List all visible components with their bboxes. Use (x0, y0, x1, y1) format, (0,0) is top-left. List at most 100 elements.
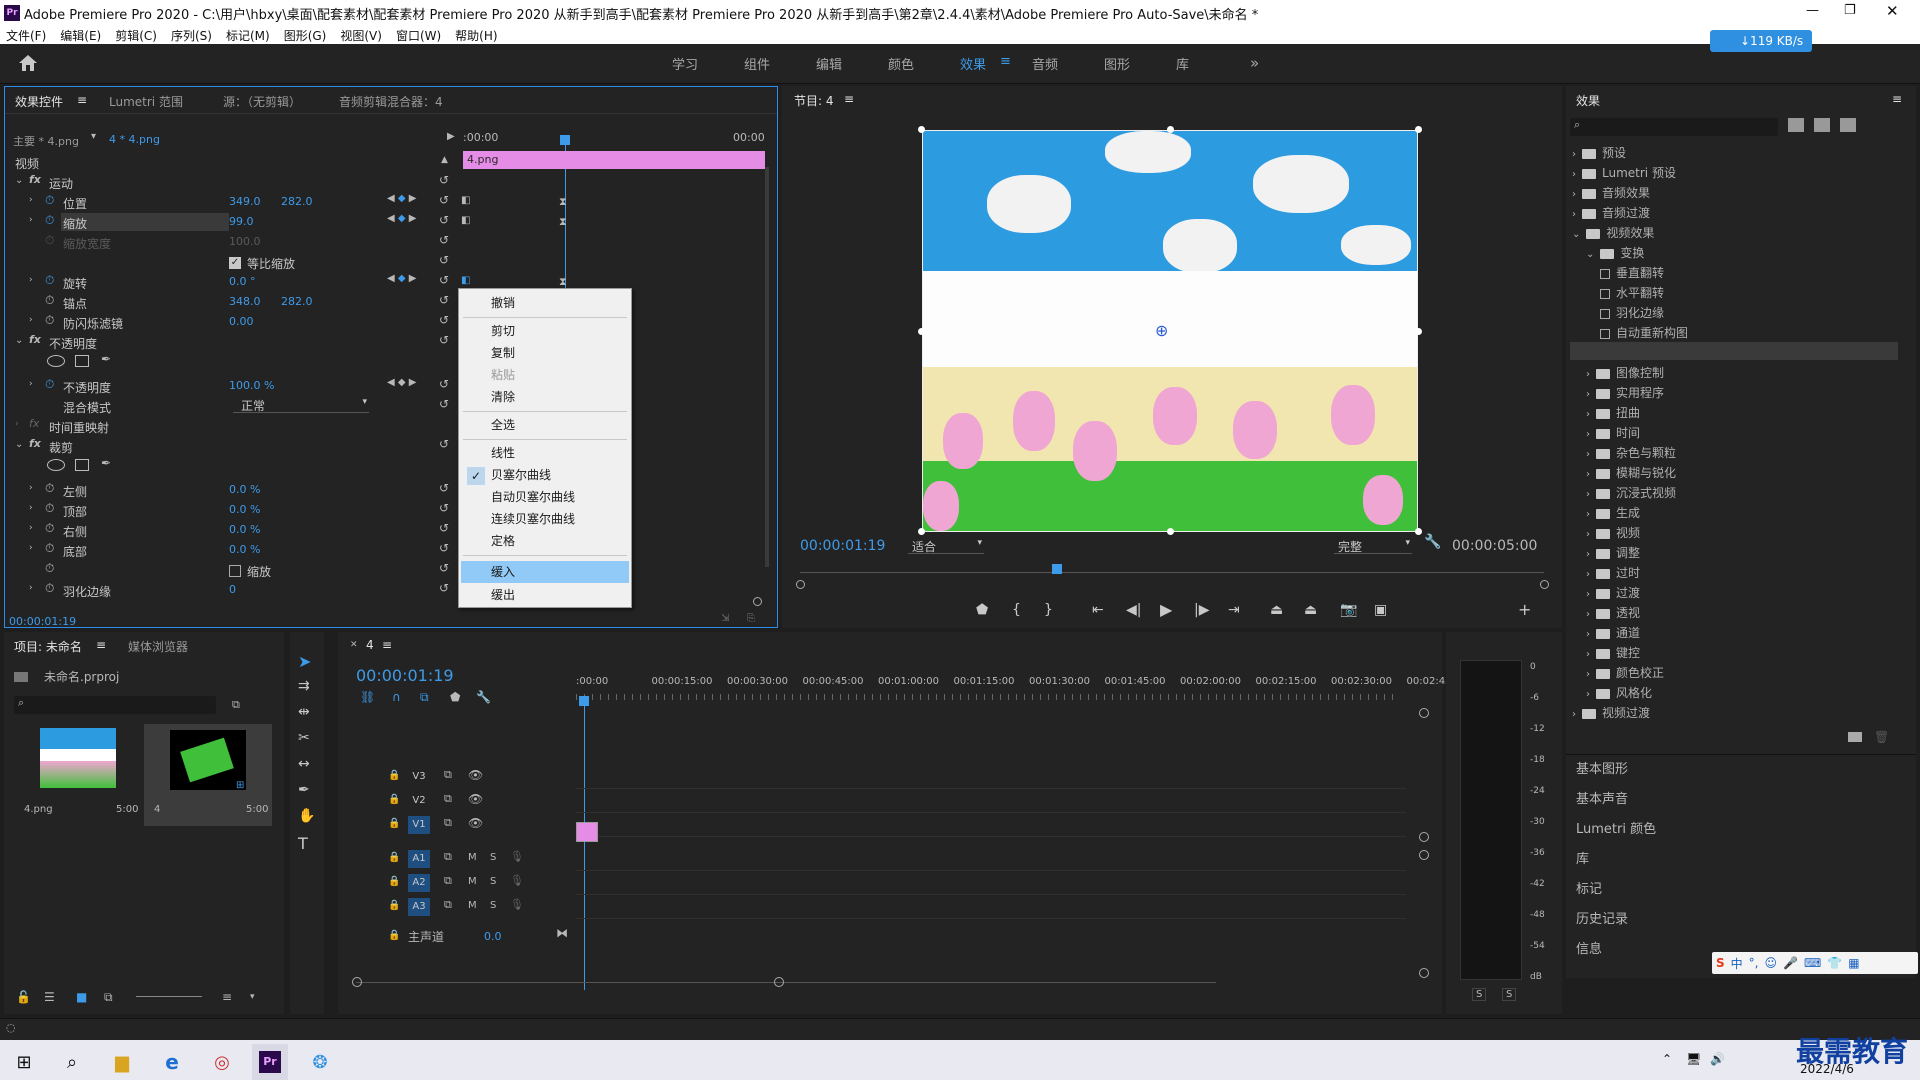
hand-tool-icon[interactable]: ✋ (298, 808, 315, 824)
network-tray-icon[interactable]: 🖥 (1686, 1052, 1701, 1066)
ec-scrollbar[interactable] (765, 167, 769, 567)
project-item-sequence[interactable]: ⊞ 4 5:00 (144, 724, 272, 826)
tab-menu-icon[interactable]: ≡ (1892, 92, 1902, 106)
slip-tool-icon[interactable]: ↔ (298, 756, 310, 772)
mic-icon[interactable]: 🎙 (510, 850, 524, 863)
track-target-a2[interactable]: A2 (408, 874, 430, 892)
menu-help[interactable]: 帮助(H) (455, 27, 497, 44)
workspace-audio[interactable]: 音频 (1032, 54, 1058, 73)
volume-tray-icon[interactable]: 🔊 (1710, 1052, 1725, 1066)
context-menu-ease-out[interactable]: 缓出 (459, 585, 631, 605)
v-scroll-handle[interactable] (1419, 968, 1429, 978)
program-scrub-end[interactable] (1540, 580, 1549, 589)
camera-icon[interactable]: 📷 (1340, 602, 1357, 618)
collapse-icon[interactable]: ▲ (441, 155, 448, 165)
menu-graphics[interactable]: 图形(G) (284, 27, 327, 44)
h-scroll-handle[interactable] (352, 977, 362, 987)
crop-right-value[interactable]: 0.0 % (229, 523, 260, 543)
comparison-view-icon[interactable]: ▣ (1374, 602, 1387, 618)
crop-section-label[interactable]: 裁剪 (49, 439, 73, 459)
premiere-icon[interactable]: Pr (252, 1044, 288, 1080)
context-menu-bezier[interactable]: 贝塞尔曲线 (459, 465, 631, 485)
master-track-value[interactable]: 0.0 (484, 930, 502, 943)
solo-button[interactable]: S (490, 852, 496, 863)
lock-icon[interactable]: 🔓 (16, 990, 31, 1004)
transform-handle[interactable] (1167, 528, 1174, 535)
sync-lock-icon[interactable]: ⧉ (444, 792, 452, 806)
extract-icon[interactable]: ⏏ (1304, 602, 1317, 618)
effects-tree-item[interactable]: › 沉浸式视频 (1586, 484, 1676, 501)
panel-info[interactable]: 信息 (1576, 938, 1602, 957)
effects-tree-item[interactable]: › 预设 (1572, 144, 1626, 161)
effects-tree-item[interactable]: › 视频 (1586, 524, 1640, 541)
keyframe-nav-icon[interactable]: ◀ ◆ ▶ (387, 213, 416, 224)
stopwatch-icon[interactable]: ⏱ (45, 213, 54, 228)
stopwatch-icon[interactable]: ⏱ (45, 313, 54, 328)
master-clip-label[interactable]: 主要 * 4.png (13, 133, 79, 149)
export-frame-icon[interactable]: ⇲ (721, 613, 729, 624)
reset-icon[interactable]: ↺ (439, 501, 449, 515)
effects-tree-item[interactable]: › 键控 (1586, 644, 1640, 661)
workspace-libraries[interactable]: 库 (1176, 54, 1189, 73)
panel-markers[interactable]: 标记 (1576, 878, 1602, 897)
keyframe-nav-icon[interactable]: ◀ ◆ ▶ (387, 193, 416, 204)
context-menu-linear[interactable]: 线性 (459, 443, 631, 463)
ec-clip-bar[interactable]: 4.png (463, 151, 765, 169)
panel-lumetri-color[interactable]: Lumetri 颜色 (1576, 818, 1656, 837)
program-scrub-bar[interactable] (800, 572, 1544, 573)
reset-icon[interactable]: ↺ (439, 541, 449, 555)
time-remap-label[interactable]: 时间重映射 (49, 419, 109, 439)
transform-handle[interactable] (918, 328, 925, 335)
tab-lumetri-scopes[interactable]: Lumetri 范围 (109, 93, 183, 110)
lock-icon[interactable]: 🔒 (388, 794, 400, 805)
minimize-button[interactable]: — (1806, 3, 1819, 18)
effects-tree-item[interactable]: › 风格化 (1586, 684, 1652, 701)
transform-handle[interactable] (1167, 126, 1174, 133)
search-icon[interactable]: ⌕ (54, 1044, 90, 1080)
reset-icon[interactable]: ↺ (439, 173, 449, 187)
lock-icon[interactable]: 🔒 (388, 818, 400, 829)
keyframe-marker[interactable]: ◧ (461, 215, 470, 226)
workspace-menu-icon[interactable]: ≡ (1000, 54, 1011, 69)
sort-icon[interactable]: ≡ (222, 990, 232, 1004)
stopwatch-icon[interactable]: ⏱ (45, 273, 54, 288)
selection-tool-icon[interactable]: ➤ (298, 652, 311, 671)
track-select-tool-icon[interactable]: ⇉ (298, 678, 310, 694)
pen-tool-icon[interactable]: ✒ (298, 782, 310, 798)
yuv-effects-icon[interactable] (1840, 118, 1856, 132)
stopwatch-icon[interactable]: ⏱ (45, 193, 54, 208)
effects-tree-item[interactable]: 自动重新构图 (1600, 324, 1688, 341)
scale-value[interactable]: 99.0 (229, 215, 254, 235)
v-scroll-handle[interactable] (1419, 850, 1429, 860)
tab-menu-icon[interactable]: ≡ (844, 92, 854, 106)
lock-icon[interactable]: 🔒 (388, 770, 400, 781)
eye-icon[interactable]: 👁 (468, 816, 483, 830)
reset-icon[interactable]: ↺ (439, 293, 449, 307)
keyframe-marker[interactable]: ⧗ (559, 215, 567, 229)
tray-up-icon[interactable]: ⌃ (1662, 1052, 1672, 1066)
solo-button[interactable]: S (490, 876, 496, 887)
stopwatch-icon[interactable]: ⏱ (45, 521, 54, 536)
home-icon[interactable] (18, 54, 38, 72)
tab-project[interactable]: 项目: 未命名 (14, 638, 82, 655)
add-marker-icon[interactable]: ⬟ (976, 602, 988, 618)
effects-tree-item[interactable]: › 视频过渡 (1572, 704, 1650, 721)
tab-media-browser[interactable]: 媒体浏览器 (128, 638, 188, 655)
context-menu-paste[interactable]: 粘贴 (459, 365, 631, 385)
v-scroll-handle[interactable] (1419, 708, 1429, 718)
position-x[interactable]: 349.0 (229, 195, 261, 215)
track-target-a3[interactable]: A3 (408, 898, 430, 916)
context-menu-clear[interactable]: 清除 (459, 387, 631, 407)
reset-icon[interactable]: ↺ (439, 377, 449, 391)
menu-sequence[interactable]: 序列(S) (171, 27, 212, 44)
track-target-v2[interactable]: V2 (408, 792, 430, 810)
effects-tree-item[interactable]: › 过时 (1586, 564, 1640, 581)
project-item-4png[interactable]: 4.png 5:00 (14, 724, 138, 826)
add-marker-icon[interactable]: ⬟ (450, 690, 460, 704)
effects-tree-item[interactable]: 水平翻转 (1600, 284, 1664, 301)
mark-out-icon[interactable]: } (1044, 602, 1053, 618)
effects-tree-item[interactable]: › 时间 (1586, 424, 1640, 441)
paint-icon[interactable]: ◎ (204, 1044, 240, 1080)
stopwatch-icon[interactable]: ⏱ (45, 501, 54, 516)
effects-tree-item[interactable]: › 颜色校正 (1586, 664, 1664, 681)
